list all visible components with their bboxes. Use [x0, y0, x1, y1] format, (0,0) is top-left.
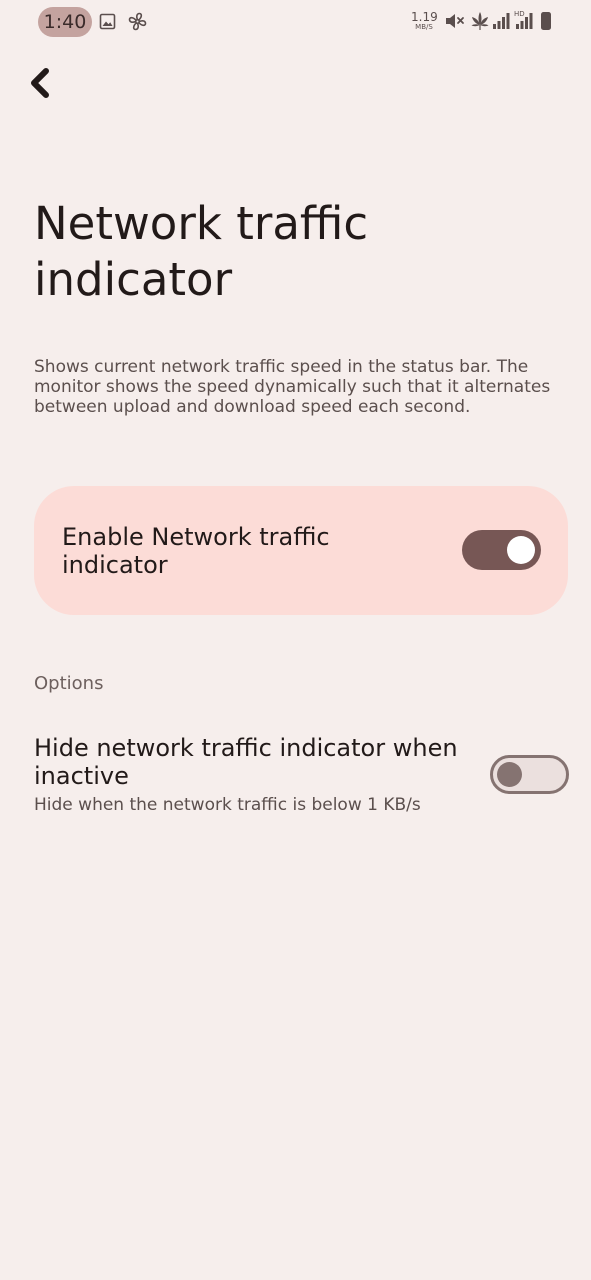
- enable-network-traffic-switch[interactable]: [462, 530, 541, 570]
- option-title: Hide network traffic indicator when inac…: [34, 734, 458, 790]
- network-speed-unit: MB/S: [415, 23, 433, 31]
- status-bar: 1:40 1.19 MB/S HD: [0, 0, 591, 44]
- enable-network-traffic-card[interactable]: Enable Network traffic indicator: [34, 486, 568, 615]
- fan-icon: [127, 11, 148, 36]
- mute-icon: [444, 12, 466, 34]
- signal-icon: [492, 12, 510, 34]
- chevron-left-icon: [31, 68, 49, 98]
- hide-when-inactive-row[interactable]: Hide network traffic indicator when inac…: [0, 730, 591, 830]
- signal-icon: [515, 12, 533, 34]
- options-section-header: Options: [34, 673, 104, 694]
- network-speed-readout: 1.19 MB/S: [411, 10, 438, 31]
- network-speed-value: 1.19: [411, 10, 438, 24]
- page-title: Network traffic indicator: [34, 197, 369, 306]
- battery-icon: [540, 11, 552, 35]
- switch-thumb: [507, 536, 535, 564]
- gallery-icon: [99, 13, 116, 34]
- status-time: 1:40: [38, 7, 92, 37]
- option-summary: Hide when the network traffic is below 1…: [34, 795, 421, 815]
- back-button[interactable]: [20, 62, 60, 102]
- main-toggle-label: Enable Network traffic indicator: [62, 523, 330, 579]
- leaf-icon: [470, 11, 490, 35]
- hide-when-inactive-switch[interactable]: [490, 755, 569, 794]
- page-description: Shows current network traffic speed in t…: [34, 357, 551, 417]
- switch-thumb: [497, 762, 522, 787]
